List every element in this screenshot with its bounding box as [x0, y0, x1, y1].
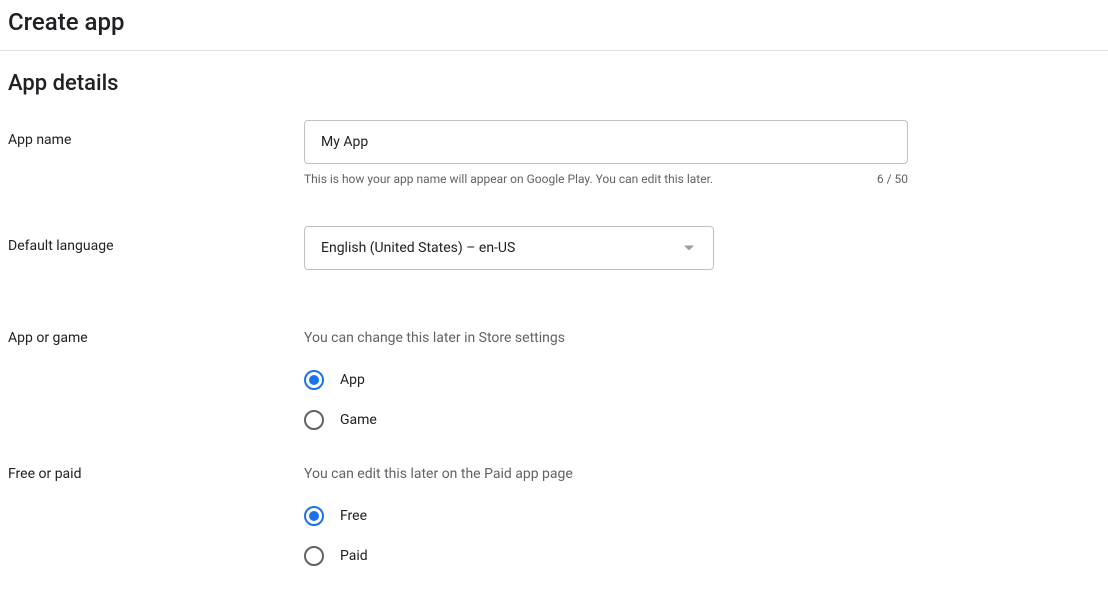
- page-header: Create app: [0, 0, 1108, 51]
- radio-label-paid: Paid: [340, 548, 368, 564]
- default-language-select-wrapper: English (United States) – en-US: [304, 226, 714, 270]
- radio-label-app: App: [340, 372, 365, 388]
- app-or-game-row: App or game You can change this later in…: [8, 330, 1100, 430]
- free-or-paid-row: Free or paid You can edit this later on …: [8, 466, 1100, 566]
- default-language-label: Default language: [8, 226, 304, 254]
- radio-dot-icon: [309, 511, 319, 521]
- radio-circle-game: [304, 410, 324, 430]
- app-or-game-hint: You can change this later in Store setti…: [304, 330, 908, 346]
- app-name-helper-row: This is how your app name will appear on…: [304, 172, 908, 186]
- app-details-section: App details App name This is how your ap…: [0, 51, 1108, 566]
- page-title: Create app: [8, 8, 1100, 36]
- free-or-paid-control: You can edit this later on the Paid app …: [304, 466, 908, 566]
- radio-circle-app: [304, 370, 324, 390]
- radio-option-game[interactable]: Game: [304, 410, 908, 430]
- app-name-row: App name This is how your app name will …: [8, 120, 1100, 186]
- radio-label-game: Game: [340, 412, 377, 428]
- radio-label-free: Free: [340, 508, 367, 524]
- app-name-input[interactable]: [304, 120, 908, 164]
- free-or-paid-hint: You can edit this later on the Paid app …: [304, 466, 908, 482]
- radio-option-app[interactable]: App: [304, 370, 908, 390]
- app-name-counter: 6 / 50: [877, 172, 908, 186]
- radio-dot-icon: [309, 375, 319, 385]
- app-or-game-control: You can change this later in Store setti…: [304, 330, 908, 430]
- free-or-paid-label: Free or paid: [8, 466, 304, 482]
- radio-option-paid[interactable]: Paid: [304, 546, 908, 566]
- default-language-select[interactable]: English (United States) – en-US: [304, 226, 714, 270]
- app-name-helper-text: This is how your app name will appear on…: [304, 172, 713, 186]
- default-language-value: English (United States) – en-US: [321, 240, 515, 256]
- app-or-game-label: App or game: [8, 330, 304, 346]
- default-language-row: Default language English (United States)…: [8, 226, 1100, 270]
- default-language-control: English (United States) – en-US: [304, 226, 908, 270]
- radio-option-free[interactable]: Free: [304, 506, 908, 526]
- radio-circle-free: [304, 506, 324, 526]
- app-name-label: App name: [8, 120, 304, 148]
- radio-circle-paid: [304, 546, 324, 566]
- section-title: App details: [8, 71, 1100, 96]
- app-name-control: This is how your app name will appear on…: [304, 120, 908, 186]
